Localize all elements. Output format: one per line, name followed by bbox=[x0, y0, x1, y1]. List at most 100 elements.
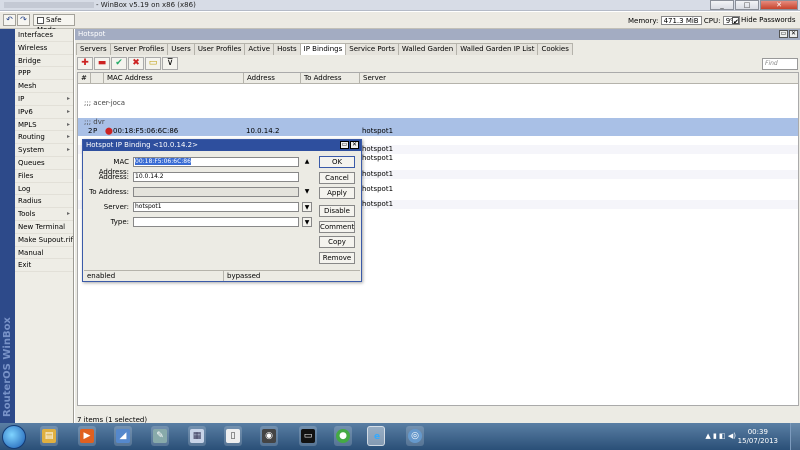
sidebar-item-mesh[interactable]: Mesh bbox=[15, 80, 73, 93]
disable-icon[interactable]: ✖ bbox=[128, 57, 144, 70]
sidebar-item-files[interactable]: Files bbox=[15, 170, 73, 183]
table-row[interactable]: ;;; dvr bbox=[78, 118, 798, 127]
undo-button[interactable]: ↶ bbox=[3, 14, 16, 26]
server-select[interactable]: hotspot1 bbox=[133, 202, 299, 212]
taskbar-app[interactable]: ◢ bbox=[114, 426, 132, 446]
enable-icon[interactable]: ✔ bbox=[111, 57, 127, 70]
maximize-button[interactable]: □ bbox=[735, 0, 759, 10]
to-address-field[interactable] bbox=[133, 187, 299, 197]
sidebar-item-wireless[interactable]: Wireless bbox=[15, 42, 73, 55]
sidebar-item-queues[interactable]: Queues bbox=[15, 157, 73, 170]
chevron-right-icon: ▸ bbox=[66, 210, 70, 218]
expand-arrow-icon[interactable]: ▼ bbox=[302, 187, 312, 197]
taskbar-app[interactable]: ▭ bbox=[299, 426, 317, 446]
comment-icon[interactable]: ▭ bbox=[145, 57, 161, 70]
filter-icon[interactable]: ⊽ bbox=[162, 57, 178, 70]
table-row[interactable]: 2 P ⬤ 00:18:F5:06:6C:86 10.0.14.2 hotspo… bbox=[78, 127, 798, 136]
taskbar-app[interactable]: ▤ bbox=[40, 426, 58, 446]
close-button[interactable]: ✕ bbox=[760, 0, 798, 10]
copy-button[interactable]: Copy bbox=[319, 236, 355, 248]
add-icon[interactable]: ✚ bbox=[77, 57, 93, 70]
tab-servers[interactable]: Servers bbox=[76, 43, 111, 55]
taskbar-app[interactable]: ▯ bbox=[224, 426, 242, 446]
sidebar-item-ip[interactable]: IP ▸ bbox=[15, 93, 73, 106]
minimize-button[interactable]: _ bbox=[710, 0, 734, 10]
ok-button[interactable]: OK bbox=[319, 156, 355, 168]
tab-walled-garden[interactable]: Walled Garden bbox=[397, 43, 458, 55]
main-toolbar: ↶ ↷ Safe Mode Memory: 471.3 MiB CPU: 9% … bbox=[0, 12, 800, 34]
safe-mode-button[interactable]: Safe Mode bbox=[33, 14, 75, 34]
taskbar-app[interactable]: ◉ bbox=[260, 426, 278, 446]
taskbar-app[interactable]: ◎ bbox=[406, 426, 424, 446]
tab-service-ports[interactable]: Service Ports bbox=[345, 43, 399, 55]
tab-hosts[interactable]: Hosts bbox=[273, 43, 301, 55]
sidebar-item-radius[interactable]: Radius bbox=[15, 195, 73, 209]
safe-mode-checkbox[interactable] bbox=[37, 16, 44, 24]
media-player-icon: ▶ bbox=[80, 429, 94, 443]
hide-passwords-checkbox[interactable]: ✔ bbox=[732, 16, 739, 26]
tab-cookies[interactable]: Cookies bbox=[537, 43, 573, 55]
taskbar-app[interactable]: e bbox=[367, 426, 385, 446]
taskbar-app[interactable]: ▶ bbox=[78, 426, 96, 446]
window-title: - WinBox v5.19 on x86 (x86) bbox=[4, 1, 196, 9]
ip-binding-dialog: Hotspot IP Binding <10.0.14.2> ▭ ✕ MAC A… bbox=[82, 139, 362, 282]
start-button[interactable] bbox=[2, 425, 26, 449]
sidebar-item-tools[interactable]: Tools ▸ bbox=[15, 208, 73, 221]
taskbar-app[interactable]: ▦ bbox=[188, 426, 206, 446]
tab-walled-garden-ip-list[interactable]: Walled Garden IP List bbox=[456, 43, 539, 55]
tab-user-profiles[interactable]: User Profiles bbox=[193, 43, 246, 55]
find-input[interactable]: Find bbox=[762, 58, 798, 70]
dropdown-arrow-icon[interactable]: ▼ bbox=[302, 217, 312, 227]
system-tray[interactable]: ▲ ▮ ◧ ◀) bbox=[705, 432, 736, 440]
sidebar-item-make-supout[interactable]: Make Supout.rif bbox=[15, 234, 73, 247]
comment-button[interactable]: Comment bbox=[319, 221, 355, 233]
tab-server-profiles[interactable]: Server Profiles bbox=[109, 43, 169, 55]
sidebar-item-ipv6[interactable]: IPv6 ▸ bbox=[15, 106, 73, 119]
sidebar-item-system[interactable]: System ▸ bbox=[15, 144, 73, 157]
dialog-titlebar: Hotspot IP Binding <10.0.14.2> ▭ ✕ bbox=[83, 140, 361, 151]
column-header-to-address[interactable]: To Address bbox=[301, 73, 360, 84]
taskbar-app[interactable]: ✎ bbox=[151, 426, 169, 446]
hide-passwords-toggle[interactable]: ✔ Hide Passwords bbox=[732, 16, 796, 26]
column-header-address[interactable]: Address bbox=[244, 73, 301, 84]
clock[interactable]: 00:39 15/07/2013 bbox=[738, 428, 778, 446]
column-header-num[interactable]: # bbox=[78, 73, 91, 84]
remove-icon[interactable]: ▬ bbox=[94, 57, 110, 70]
column-header-mac[interactable]: MAC Address bbox=[104, 73, 244, 84]
disable-button[interactable]: Disable bbox=[319, 205, 355, 217]
redo-button[interactable]: ↷ bbox=[17, 14, 30, 26]
column-header-flags[interactable] bbox=[91, 73, 104, 84]
column-header-server[interactable]: Server bbox=[360, 73, 800, 84]
sidebar-item-ppp[interactable]: PPP bbox=[15, 67, 73, 81]
collapse-arrow-icon[interactable]: ▲ bbox=[302, 157, 312, 167]
restore-button[interactable]: ▭ bbox=[779, 30, 788, 38]
remove-button[interactable]: Remove bbox=[319, 252, 355, 264]
sidebar-item-new-terminal[interactable]: New Terminal bbox=[15, 221, 73, 234]
tab-users[interactable]: Users bbox=[167, 43, 195, 55]
table-header: # MAC Address Address To Address Server bbox=[78, 73, 798, 84]
show-desktop-button[interactable] bbox=[790, 423, 800, 450]
type-select[interactable] bbox=[133, 217, 299, 227]
dialog-close-button[interactable]: ✕ bbox=[350, 141, 359, 149]
sidebar-item-log[interactable]: Log bbox=[15, 183, 73, 196]
sidebar-item-manual[interactable]: Manual bbox=[15, 247, 73, 260]
taskbar-app[interactable]: ● bbox=[334, 426, 352, 446]
tab-active[interactable]: Active bbox=[244, 43, 275, 55]
close-window-button[interactable]: ✕ bbox=[789, 30, 798, 38]
sidebar-item-bridge[interactable]: Bridge bbox=[15, 55, 73, 68]
clock-date: 15/07/2013 bbox=[737, 437, 778, 445]
dropdown-arrow-icon[interactable]: ▼ bbox=[302, 202, 312, 212]
enabled-status: enabled bbox=[87, 272, 116, 280]
table-row[interactable]: ;;; acer-joca bbox=[78, 99, 798, 108]
dialog-restore-button[interactable]: ▭ bbox=[340, 141, 349, 149]
tab-ip-bindings[interactable]: IP Bindings bbox=[299, 43, 347, 55]
memory-value: 471.3 MiB bbox=[660, 16, 702, 25]
sidebar-item-interfaces[interactable]: Interfaces bbox=[15, 29, 73, 42]
sidebar-item-routing[interactable]: Routing ▸ bbox=[15, 131, 73, 145]
address-field[interactable]: 10.0.14.2 bbox=[133, 172, 299, 182]
sidebar-item-exit[interactable]: Exit bbox=[15, 259, 73, 273]
sidebar-item-mpls[interactable]: MPLS ▸ bbox=[15, 119, 73, 132]
cancel-button[interactable]: Cancel bbox=[319, 172, 355, 184]
mac-address-field[interactable]: 00:18:F5:06:6C:86 bbox=[133, 157, 299, 167]
apply-button[interactable]: Apply bbox=[319, 187, 355, 199]
